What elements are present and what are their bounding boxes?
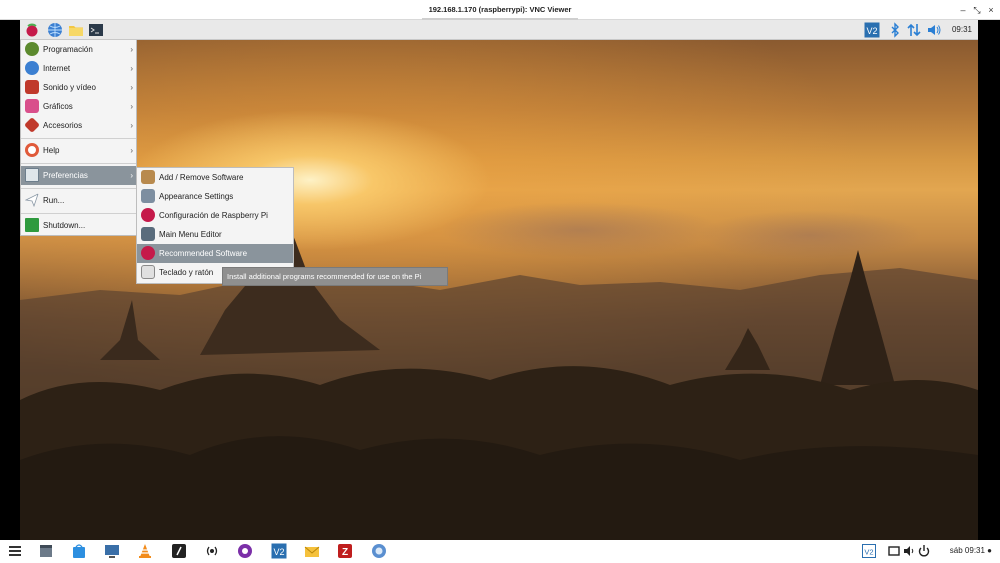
svg-text:V2: V2: [273, 547, 284, 557]
menu-item-label: Shutdown...: [43, 221, 86, 230]
web-browser-icon[interactable]: [47, 22, 63, 38]
menu-item-programacion[interactable]: Programación ›: [21, 40, 136, 59]
menu-item-shutdown[interactable]: Shutdown...: [21, 216, 136, 235]
menu-item-label: Programación: [43, 45, 93, 54]
vnc-tray-icon[interactable]: V2: [861, 543, 877, 559]
menu-item-graficos[interactable]: Gráficos ›: [21, 97, 136, 116]
chevron-right-icon: ›: [130, 146, 133, 155]
internet-icon: [25, 61, 39, 75]
chevron-right-icon: ›: [130, 171, 133, 180]
taskbar-clock[interactable]: sáb 09:31 ●: [950, 540, 992, 563]
vnc-icon[interactable]: V2: [864, 22, 880, 38]
menu-item-run[interactable]: Run...: [21, 191, 136, 210]
accessories-icon: [24, 117, 40, 133]
chevron-right-icon: ›: [130, 121, 133, 130]
window-title: 192.168.1.170 (raspberrypi): VNC Viewer: [428, 5, 572, 14]
menu-item-accesorios[interactable]: Accesorios ›: [21, 116, 136, 135]
main-menu: Programación › Internet › Sonido y vídeo…: [20, 40, 137, 236]
sound-video-icon: [25, 80, 39, 94]
menu-item-sonido-video[interactable]: Sonido y vídeo ›: [21, 78, 136, 97]
speaker-icon[interactable]: [901, 543, 917, 559]
close-button[interactable]: ×: [984, 0, 998, 20]
files-icon[interactable]: [38, 543, 54, 559]
terminal-app-icon[interactable]: [171, 543, 187, 559]
terminal-icon[interactable]: [88, 22, 104, 38]
menu-item-label: Main Menu Editor: [159, 230, 222, 239]
appearance-icon: [141, 189, 155, 203]
menu-item-label: Recommended Software: [159, 249, 248, 258]
menu-item-label: Gráficos: [43, 102, 73, 111]
mail-icon[interactable]: [304, 543, 320, 559]
svg-text:V2: V2: [866, 26, 877, 36]
programming-icon: [25, 42, 39, 56]
menu-editor-icon: [141, 227, 155, 241]
bluetooth-icon[interactable]: [887, 22, 903, 38]
store-icon[interactable]: [71, 543, 87, 559]
svg-text:Z: Z: [342, 547, 348, 558]
menu-item-label: Internet: [43, 64, 71, 73]
broadcast-icon[interactable]: [204, 543, 220, 559]
tooltip: Install additional programs recommended …: [222, 267, 448, 286]
launcher-icon[interactable]: [7, 543, 23, 559]
preferences-icon: [25, 168, 39, 182]
help-icon: [25, 143, 39, 157]
chevron-right-icon: ›: [130, 102, 133, 111]
chevron-right-icon: ›: [130, 83, 133, 92]
menu-item-label: Configuración de Raspberry Pi: [159, 211, 268, 220]
vnc-viewer-icon[interactable]: V2: [271, 543, 287, 559]
submenu-item-recommended-software[interactable]: Recommended Software: [137, 244, 293, 263]
vlc-icon[interactable]: [137, 543, 153, 559]
menu-item-help[interactable]: Help ›: [21, 141, 136, 160]
menu-separator: [21, 138, 136, 139]
remote-clock[interactable]: 09:31: [952, 20, 972, 40]
file-manager-icon[interactable]: [68, 22, 84, 38]
menu-separator: [21, 213, 136, 214]
vnc-titlebar: 192.168.1.170 (raspberrypi): VNC Viewer …: [0, 0, 1000, 20]
menu-item-preferencias[interactable]: Preferencias ›: [21, 166, 136, 185]
network-icon[interactable]: [906, 22, 922, 38]
menu-item-label: Run...: [43, 196, 65, 205]
raspberry-menu-icon[interactable]: [24, 22, 40, 38]
submenu-item-add-remove-software[interactable]: Add / Remove Software: [137, 168, 293, 187]
desktop-wallpaper: [20, 40, 978, 540]
media-player-icon[interactable]: [237, 543, 253, 559]
power-icon[interactable]: [916, 543, 932, 559]
chevron-right-icon: ›: [130, 45, 133, 54]
menu-item-label: Add / Remove Software: [159, 173, 244, 182]
filezilla-icon[interactable]: Z: [337, 543, 353, 559]
menu-item-label: Preferencias: [43, 171, 88, 180]
minimize-button[interactable]: –: [956, 0, 970, 20]
menu-item-label: Help: [43, 146, 60, 155]
submenu-item-appearance-settings[interactable]: Appearance Settings: [137, 187, 293, 206]
menu-item-label: Appearance Settings: [159, 192, 234, 201]
browser-icon[interactable]: [371, 543, 387, 559]
svg-text:V2: V2: [864, 548, 873, 557]
recommended-software-icon: [141, 246, 155, 260]
submenu-item-main-menu-editor[interactable]: Main Menu Editor: [137, 225, 293, 244]
host-taskbar: V2 Z V2 sáb 09:31 ●: [0, 540, 1000, 563]
remote-desktop[interactable]: V2 09:31 Programación › Internet › Sonid…: [20, 20, 978, 540]
package-icon: [141, 170, 155, 184]
remote-desktop-icon[interactable]: [104, 543, 120, 559]
screen-icon[interactable]: [886, 543, 902, 559]
menu-item-internet[interactable]: Internet ›: [21, 59, 136, 78]
menu-item-label: Teclado y ratón: [159, 268, 214, 277]
volume-icon[interactable]: [926, 22, 942, 38]
menu-item-label: Accesorios: [43, 121, 83, 130]
submenu-item-raspberry-config[interactable]: Configuración de Raspberry Pi: [137, 206, 293, 225]
run-icon: [25, 193, 39, 207]
keyboard-mouse-icon: [141, 265, 155, 279]
tooltip-text: Install additional programs recommended …: [227, 272, 422, 281]
graphics-icon: [25, 99, 39, 113]
restore-button[interactable]: ⤡: [970, 0, 984, 20]
shutdown-icon: [25, 218, 39, 232]
menu-item-label: Sonido y vídeo: [43, 83, 96, 92]
menu-separator: [21, 163, 136, 164]
chevron-right-icon: ›: [130, 64, 133, 73]
menu-separator: [21, 188, 136, 189]
raspberry-config-icon: [141, 208, 155, 222]
remote-top-panel: V2 09:31: [20, 20, 978, 40]
